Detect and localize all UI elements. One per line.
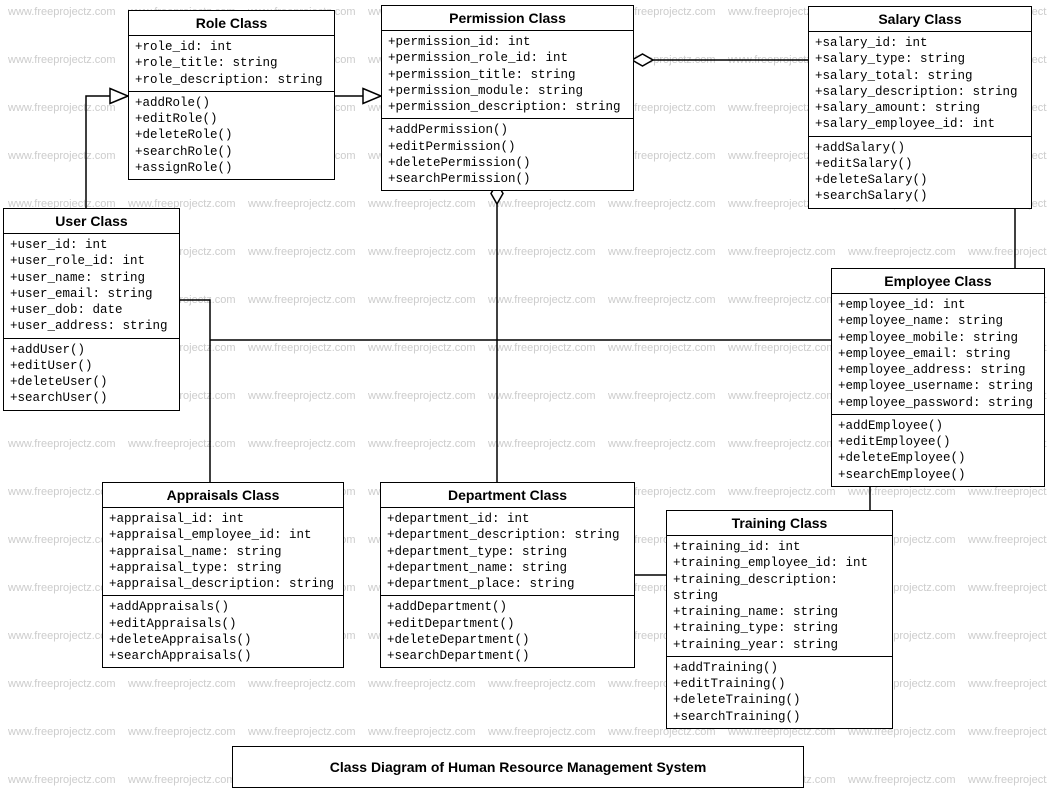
watermark: www.freeprojectz.com: [8, 438, 116, 450]
class-appraisals: Appraisals Class +appraisal_id: int+appr…: [102, 482, 344, 668]
watermark: www.freeprojectz.com: [128, 774, 236, 786]
class-salary-methods: +addSalary()+editSalary()+deleteSalary()…: [809, 136, 1031, 208]
watermark: www.freeprojectz.com: [248, 438, 356, 450]
watermark: www.freeprojectz.com: [488, 678, 596, 690]
class-role: Role Class +role_id: int+role_title: str…: [128, 10, 335, 180]
watermark: www.freeprojectz.com: [368, 390, 476, 402]
watermark: www.freeprojectz.com: [488, 438, 596, 450]
class-salary: Salary Class +salary_id: int+salary_type…: [808, 6, 1032, 209]
watermark: www.freeprojectz.com: [248, 342, 356, 354]
class-user-attributes: +user_id: int+user_role_id: int+user_nam…: [4, 234, 179, 338]
watermark: www.freeprojectz.com: [608, 438, 716, 450]
watermark: www.freeprojectz.com: [848, 246, 956, 258]
watermark: www.freeprojectz.com: [368, 726, 476, 738]
watermark: www.freeprojectz.com: [968, 774, 1047, 786]
class-user-methods: +addUser()+editUser()+deleteUser()+searc…: [4, 338, 179, 410]
class-salary-title: Salary Class: [809, 7, 1031, 32]
watermark: www.freeprojectz.com: [8, 486, 116, 498]
class-department-methods: +addDepartment()+editDepartment()+delete…: [381, 595, 634, 667]
watermark: www.freeprojectz.com: [848, 774, 956, 786]
watermark: www.freeprojectz.com: [248, 726, 356, 738]
watermark: www.freeprojectz.com: [8, 102, 116, 114]
class-user-title: User Class: [4, 209, 179, 234]
class-training: Training Class +training_id: int+trainin…: [666, 510, 893, 729]
watermark: www.freeprojectz.com: [488, 342, 596, 354]
watermark: www.freeprojectz.com: [248, 246, 356, 258]
watermark: www.freeprojectz.com: [488, 390, 596, 402]
watermark: www.freeprojectz.com: [248, 198, 356, 210]
watermark: www.freeprojectz.com: [248, 294, 356, 306]
watermark: www.freeprojectz.com: [8, 54, 116, 66]
watermark: www.freeprojectz.com: [728, 486, 836, 498]
class-department-attributes: +department_id: int+department_descripti…: [381, 508, 634, 595]
watermark: www.freeprojectz.com: [608, 294, 716, 306]
class-permission: Permission Class +permission_id: int+per…: [381, 5, 634, 191]
watermark: www.freeprojectz.com: [968, 246, 1047, 258]
watermark: www.freeprojectz.com: [248, 678, 356, 690]
class-appraisals-methods: +addAppraisals()+editAppraisals()+delete…: [103, 595, 343, 667]
class-training-title: Training Class: [667, 511, 892, 536]
class-role-title: Role Class: [129, 11, 334, 36]
class-permission-methods: +addPermission()+editPermission()+delete…: [382, 118, 633, 190]
watermark: www.freeprojectz.com: [368, 438, 476, 450]
watermark: www.freeprojectz.com: [728, 390, 836, 402]
watermark: www.freeprojectz.com: [608, 342, 716, 354]
class-appraisals-title: Appraisals Class: [103, 483, 343, 508]
class-employee-title: Employee Class: [832, 269, 1044, 294]
class-employee-attributes: +employee_id: int+employee_name: string+…: [832, 294, 1044, 414]
watermark: www.freeprojectz.com: [128, 726, 236, 738]
watermark: www.freeprojectz.com: [728, 294, 836, 306]
class-role-methods: +addRole()+editRole()+deleteRole()+searc…: [129, 91, 334, 179]
watermark: www.freeprojectz.com: [608, 198, 716, 210]
watermark: www.freeprojectz.com: [728, 246, 836, 258]
watermark: www.freeprojectz.com: [968, 534, 1047, 546]
watermark: www.freeprojectz.com: [8, 150, 116, 162]
class-department: Department Class +department_id: int+dep…: [380, 482, 635, 668]
watermark: www.freeprojectz.com: [368, 342, 476, 354]
class-permission-attributes: +permission_id: int+permission_role_id: …: [382, 31, 633, 118]
class-permission-title: Permission Class: [382, 6, 633, 31]
class-training-attributes: +training_id: int+training_employee_id: …: [667, 536, 892, 656]
watermark: www.freeprojectz.com: [488, 246, 596, 258]
watermark: www.freeprojectz.com: [8, 678, 116, 690]
class-appraisals-attributes: +appraisal_id: int+appraisal_employee_id…: [103, 508, 343, 595]
watermark: www.freeprojectz.com: [128, 438, 236, 450]
watermark: www.freeprojectz.com: [608, 246, 716, 258]
watermark: www.freeprojectz.com: [8, 582, 116, 594]
diagram-title: Class Diagram of Human Resource Manageme…: [232, 746, 804, 788]
class-user: User Class +user_id: int+user_role_id: i…: [3, 208, 180, 411]
watermark: www.freeprojectz.com: [488, 198, 596, 210]
watermark: www.freeprojectz.com: [488, 294, 596, 306]
watermark: www.freeprojectz.com: [8, 726, 116, 738]
class-role-attributes: +role_id: int+role_title: string+role_de…: [129, 36, 334, 91]
watermark: www.freeprojectz.com: [8, 774, 116, 786]
watermark: www.freeprojectz.com: [8, 534, 116, 546]
watermark: www.freeprojectz.com: [368, 246, 476, 258]
class-employee: Employee Class +employee_id: int+employe…: [831, 268, 1045, 487]
watermark: www.freeprojectz.com: [968, 726, 1047, 738]
watermark: www.freeprojectz.com: [128, 678, 236, 690]
watermark: www.freeprojectz.com: [968, 630, 1047, 642]
watermark: www.freeprojectz.com: [608, 390, 716, 402]
watermark: www.freeprojectz.com: [968, 678, 1047, 690]
watermark: www.freeprojectz.com: [8, 630, 116, 642]
class-employee-methods: +addEmployee()+editEmployee()+deleteEmpl…: [832, 414, 1044, 486]
watermark: www.freeprojectz.com: [248, 390, 356, 402]
class-department-title: Department Class: [381, 483, 634, 508]
watermark: www.freeprojectz.com: [488, 726, 596, 738]
watermark: www.freeprojectz.com: [728, 342, 836, 354]
watermark: www.freeprojectz.com: [368, 678, 476, 690]
watermark: www.freeprojectz.com: [968, 582, 1047, 594]
watermark: www.freeprojectz.com: [368, 294, 476, 306]
watermark: www.freeprojectz.com: [368, 198, 476, 210]
watermark: www.freeprojectz.com: [848, 486, 956, 498]
watermark: www.freeprojectz.com: [968, 486, 1047, 498]
class-training-methods: +addTraining()+editTraining()+deleteTrai…: [667, 656, 892, 728]
watermark: www.freeprojectz.com: [8, 6, 116, 18]
class-salary-attributes: +salary_id: int+salary_type: string+sala…: [809, 32, 1031, 136]
watermark: www.freeprojectz.com: [728, 438, 836, 450]
